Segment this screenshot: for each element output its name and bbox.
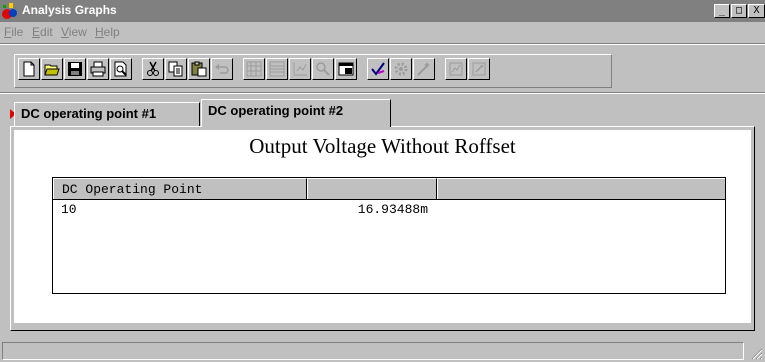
open-button[interactable] (41, 58, 63, 80)
analysis-graphs-window: Analysis Graphs _ □ X File Edit View Hel… (0, 0, 765, 362)
chart-edit-icon (472, 62, 486, 76)
new-document-button[interactable] (18, 58, 40, 80)
settings-button[interactable] (390, 58, 412, 80)
cut-button[interactable] (142, 58, 164, 80)
paste-button[interactable] (188, 58, 210, 80)
toolbar (14, 54, 612, 88)
resize-grip-icon[interactable] (749, 346, 763, 360)
graph-area: Output Voltage Without Roffset DC Operat… (14, 130, 751, 323)
app-icon[interactable] (1, 2, 19, 20)
undo-icon (215, 64, 229, 74)
table-row[interactable]: 10 16.93488m (53, 202, 725, 220)
menu-edit-rest: dit (40, 25, 53, 39)
zoom-icon (316, 62, 330, 76)
menu-view[interactable]: View (61, 25, 87, 39)
row-value-cell: 16.93488m (357, 202, 428, 217)
close-button[interactable]: X (748, 4, 765, 18)
column-header-dc-operating-point[interactable]: DC Operating Point (53, 178, 307, 199)
status-field (2, 342, 744, 360)
cut-icon (147, 61, 159, 76)
check-button[interactable] (367, 58, 389, 80)
paste-icon (191, 61, 207, 77)
save-disk-icon (68, 62, 82, 76)
minimize-button[interactable]: _ (714, 4, 730, 18)
copy-button[interactable] (165, 58, 187, 80)
window-icon (338, 62, 354, 76)
check-icon (371, 62, 385, 76)
print-preview-icon (114, 61, 127, 77)
menu-help-rest: elp (103, 25, 120, 39)
zoom-button[interactable] (312, 58, 334, 80)
tab-dc-operating-point-1[interactable]: DC operating point #1 (14, 102, 200, 126)
toolbar-separator (0, 92, 765, 94)
undo-button[interactable] (211, 58, 233, 80)
graph-title: Output Voltage Without Roffset (249, 134, 516, 158)
title-bar[interactable]: Analysis Graphs _ □ X (0, 0, 765, 22)
grid-icon (246, 61, 262, 77)
wand-button[interactable] (413, 58, 435, 80)
print-preview-button[interactable] (110, 58, 132, 80)
save-button[interactable] (64, 58, 86, 80)
chart-edit-button[interactable] (468, 58, 490, 80)
window-button[interactable] (335, 58, 357, 80)
printer-icon (90, 61, 106, 77)
maximize-button[interactable]: □ (731, 4, 747, 18)
column-header-value[interactable] (307, 178, 437, 199)
menu-view-accel: V (61, 25, 69, 39)
table-icon (269, 61, 285, 77)
wand-icon (417, 62, 430, 76)
tab-dc-operating-point-2[interactable]: DC operating point #2 (201, 99, 391, 127)
axis-button[interactable] (289, 58, 311, 80)
table-header: DC Operating Point (53, 178, 725, 200)
menu-bar: File Edit View Help (0, 22, 765, 42)
menu-help-accel: H (95, 25, 104, 39)
status-bar (0, 340, 765, 362)
window-title: Analysis Graphs (22, 3, 117, 17)
table-button[interactable] (266, 58, 288, 80)
operating-point-table: DC Operating Point 10 16.93488m (52, 177, 726, 294)
axis-icon (293, 62, 307, 76)
gear-icon (394, 62, 408, 76)
menu-edit-accel: E (32, 25, 41, 39)
menu-file[interactable]: File (4, 25, 23, 39)
row-point-cell: 10 (61, 202, 77, 217)
grid-button[interactable] (243, 58, 265, 80)
copy-icon (168, 61, 183, 77)
print-button[interactable] (87, 58, 109, 80)
column-header-extra[interactable] (437, 178, 725, 199)
chart-icon (449, 62, 463, 76)
chart-button[interactable] (445, 58, 467, 80)
menu-separator (0, 43, 765, 45)
new-document-icon (23, 61, 35, 77)
menu-file-rest: ile (11, 25, 24, 39)
open-folder-icon (44, 64, 60, 76)
menu-help[interactable]: Help (95, 25, 120, 39)
menu-edit[interactable]: Edit (32, 25, 53, 39)
menu-view-rest: iew (68, 25, 87, 39)
